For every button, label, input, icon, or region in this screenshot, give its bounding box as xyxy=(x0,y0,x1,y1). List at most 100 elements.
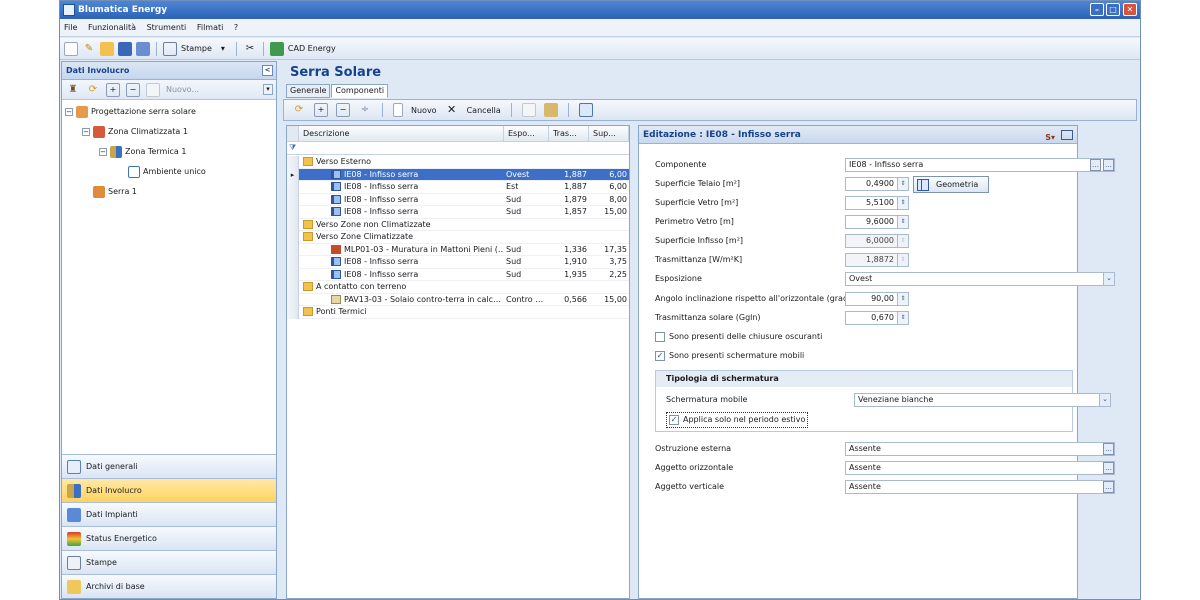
row-header[interactable] xyxy=(287,268,299,281)
collapse-all-icon[interactable]: − xyxy=(126,82,140,97)
trasmittanza-solare-input[interactable]: 0,670 ⇕ xyxy=(845,311,909,325)
menu-strumenti[interactable]: Strumenti xyxy=(147,23,187,32)
checkbox-checked-icon[interactable]: ✓ xyxy=(669,414,679,425)
tree-node-zona-climatizzata[interactable]: − Zona Climatizzata 1 xyxy=(82,124,188,140)
chevron-down-icon[interactable]: ⌄ xyxy=(1099,394,1110,406)
row-header[interactable]: ▸ xyxy=(287,168,299,181)
table-row[interactable]: MLP01-03 - Muratura in Mattoni Pieni (… S… xyxy=(287,243,629,256)
save-as-icon[interactable] xyxy=(136,41,150,56)
row-header[interactable] xyxy=(287,156,299,169)
table-row[interactable]: ▸ IE08 - Infisso serra Ovest 1,887 6,00 xyxy=(287,168,629,181)
saint-logo-icon[interactable]: S▾ xyxy=(1045,129,1055,147)
close-button[interactable]: ✕ xyxy=(1123,3,1137,16)
collapse-node-icon[interactable]: − xyxy=(65,107,73,116)
row-header[interactable] xyxy=(287,231,299,244)
row-header[interactable] xyxy=(287,193,299,206)
row-header[interactable] xyxy=(287,306,299,319)
menu-filmati[interactable]: Filmati xyxy=(197,23,224,32)
esposizione-select[interactable]: Ovest ⌄ xyxy=(845,272,1115,286)
wizard-icon[interactable]: ✎ xyxy=(82,42,96,56)
chevron-down-icon[interactable]: ⌄ xyxy=(1103,273,1114,285)
aggetto-verticale-field[interactable]: Assente… xyxy=(845,480,1115,494)
check-estivo[interactable]: ✓ Applica solo nel periodo estivo xyxy=(666,412,809,428)
tree-node-serra[interactable]: Serra 1 xyxy=(93,184,137,200)
nav-dati-involucro[interactable]: Dati Involucro xyxy=(62,478,276,502)
tree-tool-icon[interactable]: ♜ xyxy=(66,83,80,97)
nav-dati-impianti[interactable]: Dati Impianti xyxy=(62,502,276,526)
spinner-icon[interactable]: ⇕ xyxy=(897,293,908,305)
row-header[interactable] xyxy=(287,206,299,219)
checkbox-unchecked-icon[interactable] xyxy=(655,331,665,342)
geometria-button[interactable]: Geometria xyxy=(913,176,989,193)
spinner-icon[interactable]: ⇕ xyxy=(897,178,908,190)
nav-dati-generali[interactable]: Dati generali xyxy=(62,454,276,478)
col-header-esposizione[interactable]: Espo... xyxy=(504,126,549,142)
row-header[interactable] xyxy=(287,218,299,231)
perimetro-vetro-input[interactable]: 9,6000 ⇕ xyxy=(845,215,909,229)
new-item-button[interactable]: Nuovo... xyxy=(166,85,199,94)
table-row[interactable]: IE08 - Infisso serra Sud 1,910 3,75 xyxy=(287,256,629,269)
aggetto-orizzontale-field[interactable]: Assente… xyxy=(845,461,1115,475)
componente-field[interactable]: IE08 - Infisso serra … … xyxy=(845,158,1115,172)
expand-all-icon[interactable]: + xyxy=(314,103,328,117)
split-icon[interactable]: ÷ xyxy=(358,103,372,117)
cancella-button[interactable]: Cancella xyxy=(467,106,501,115)
schermatura-mobile-select[interactable]: Veneziane bianche ⌄ xyxy=(854,393,1111,407)
tab-generale[interactable]: Generale xyxy=(286,84,331,98)
nav-status-energetico[interactable]: Status Energetico xyxy=(62,526,276,550)
tab-componenti[interactable]: Componenti xyxy=(331,84,389,98)
row-header[interactable] xyxy=(287,256,299,269)
layout-icon[interactable] xyxy=(1061,130,1073,140)
refresh-icon[interactable]: ⟳ xyxy=(86,83,100,97)
ellipsis-icon[interactable]: … xyxy=(1090,159,1101,171)
ellipsis-icon[interactable]: … xyxy=(1103,159,1114,171)
ostruzione-field[interactable]: Assente… xyxy=(845,442,1115,456)
table-row[interactable]: IE08 - Infisso serra Est 1,887 6,00 xyxy=(287,181,629,194)
save-icon[interactable] xyxy=(118,41,132,56)
spinner-icon[interactable]: ⇕ xyxy=(897,312,908,324)
angolo-input[interactable]: 90,00 ⇕ xyxy=(845,292,909,306)
filter-row[interactable]: ⧩ xyxy=(287,142,629,155)
ellipsis-icon[interactable]: … xyxy=(1103,443,1114,455)
collapse-node-icon[interactable]: − xyxy=(82,127,90,136)
tree-node-ambiente[interactable]: Ambiente unico xyxy=(128,164,206,180)
minimize-button[interactable]: – xyxy=(1090,3,1104,16)
table-row[interactable]: PAV13-03 - Solaio contro-terra in calc… C… xyxy=(287,293,629,306)
menu-file[interactable]: File xyxy=(64,23,77,32)
tree-node-zona-termica[interactable]: − Zona Termica 1 xyxy=(99,144,186,160)
open-folder-icon[interactable] xyxy=(100,41,114,56)
superficie-telaio-input[interactable]: 0,4900 ⇕ xyxy=(845,177,909,191)
col-header-trasmittanza[interactable]: Tras... xyxy=(549,126,589,142)
menu-funzionalita[interactable]: Funzionalità xyxy=(88,23,136,32)
group-row[interactable]: Verso Zone Climatizzate xyxy=(287,231,629,244)
collapse-all-icon[interactable]: − xyxy=(336,103,350,117)
group-row[interactable]: Ponti Termici xyxy=(287,306,629,319)
group-row[interactable]: A contatto con terreno xyxy=(287,281,629,294)
copy-icon[interactable] xyxy=(521,103,536,117)
new-file-icon[interactable] xyxy=(64,41,78,56)
col-header-descrizione[interactable]: Descrizione xyxy=(299,126,504,142)
tree-node-project[interactable]: − Progettazione serra solare xyxy=(65,104,196,120)
table-row[interactable]: IE08 - Infisso serra Sud 1,935 2,25 xyxy=(287,268,629,281)
spinner-icon[interactable]: ⇕ xyxy=(897,197,908,209)
nav-archivi[interactable]: Archivi di base xyxy=(62,574,276,598)
group-row[interactable]: Verso Esterno xyxy=(287,156,629,169)
tools-icon[interactable]: ✂ xyxy=(243,42,257,56)
grid-view-icon[interactable] xyxy=(578,103,593,117)
expand-all-icon[interactable]: + xyxy=(106,82,120,97)
refresh-icon[interactable]: ⟳ xyxy=(292,103,306,117)
row-header[interactable] xyxy=(287,243,299,256)
col-header-superficie[interactable]: Sup... xyxy=(589,126,629,142)
check-schermature[interactable]: ✓ Sono presenti schermature mobili xyxy=(655,349,804,363)
row-header[interactable] xyxy=(287,181,299,194)
maximize-button[interactable]: □ xyxy=(1106,3,1120,16)
spinner-icon[interactable]: ⇕ xyxy=(897,216,908,228)
check-oscuranti[interactable]: Sono presenti delle chiusure oscuranti xyxy=(655,330,822,344)
collapse-panel-button[interactable]: < xyxy=(262,65,273,76)
dropdown-arrow-icon[interactable]: ▾ xyxy=(263,84,273,95)
ellipsis-icon[interactable]: … xyxy=(1103,462,1114,474)
row-header[interactable] xyxy=(287,281,299,294)
table-row[interactable]: IE08 - Infisso serra Sud 1,879 8,00 xyxy=(287,193,629,206)
group-row[interactable]: Verso Zone non Climatizzate xyxy=(287,218,629,231)
menu-help[interactable]: ? xyxy=(234,23,238,32)
